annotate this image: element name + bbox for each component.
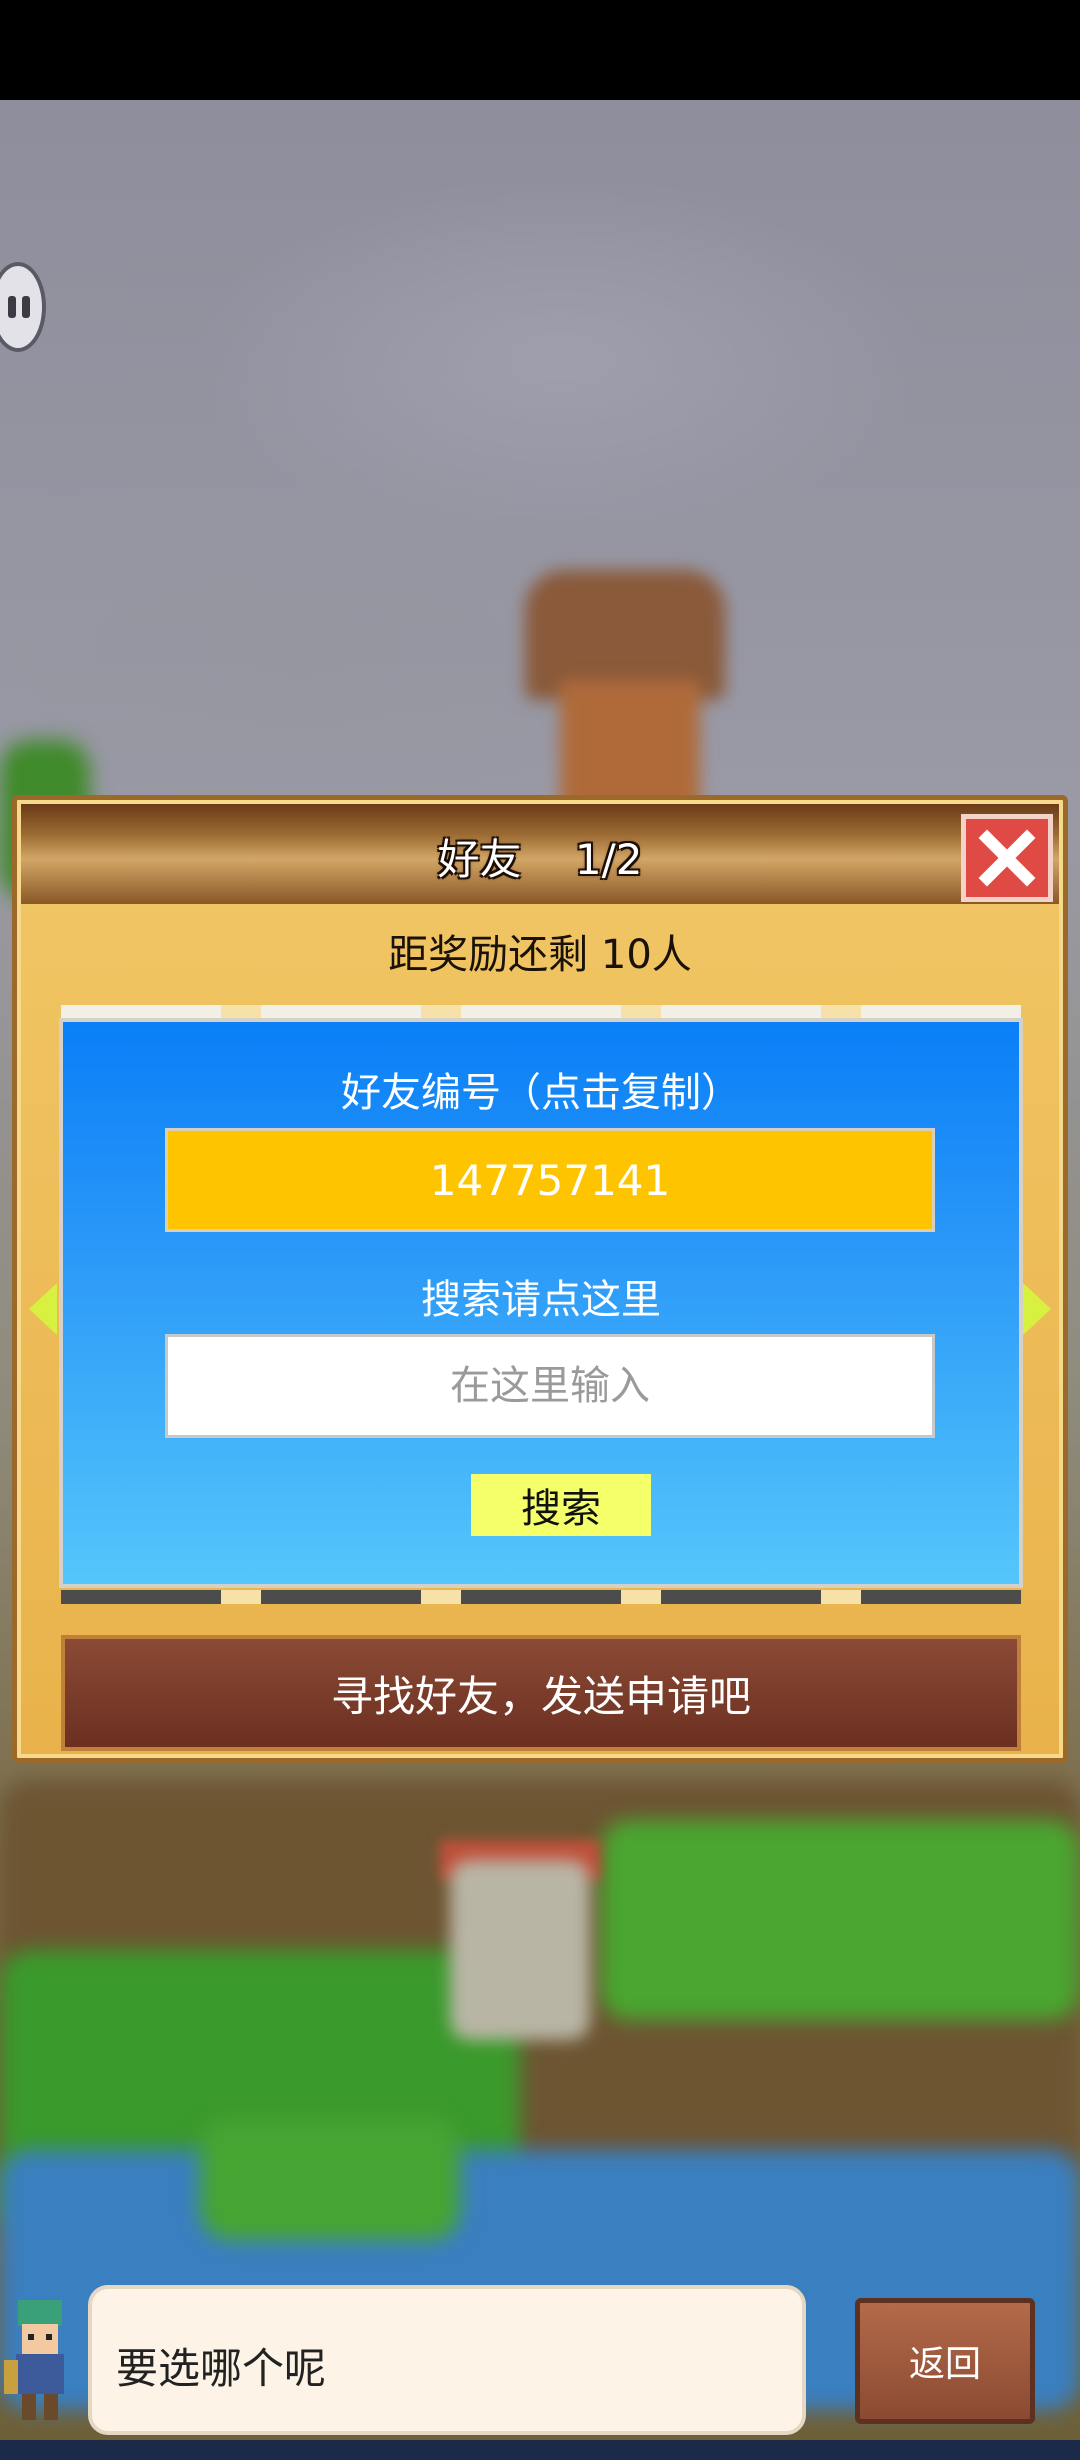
- right-arrow-icon[interactable]: [1023, 1283, 1051, 1335]
- slot: [661, 1590, 821, 1604]
- close-icon: [978, 829, 1036, 887]
- slot: [861, 1590, 1021, 1604]
- dialog-bubble: 要选哪个呢: [88, 2285, 806, 2435]
- reward-remaining-text: 距奖励还剩 10人: [388, 932, 692, 978]
- tower: [450, 1860, 590, 2040]
- page-indicator: 1/2: [574, 835, 643, 884]
- friends-panel: 好友 1/2 距奖励还剩 10人 好友编号（点击复制） 147757141 搜索…: [12, 795, 1068, 1763]
- search-input[interactable]: [165, 1334, 935, 1438]
- search-label: 搜索请点这里: [421, 1277, 661, 1323]
- terrain-grass: [600, 1820, 1080, 2020]
- find-friends-banner: 寻找好友，发送申请吧: [61, 1635, 1021, 1751]
- slot: [61, 1590, 221, 1604]
- back-button[interactable]: 返回: [855, 2298, 1035, 2424]
- title-text: 好友: [437, 835, 522, 884]
- terrain-grass: [200, 2120, 460, 2240]
- search-button[interactable]: 搜索: [471, 1474, 651, 1536]
- dialog-text: 要选哪个呢: [116, 2344, 327, 2393]
- panel-title: 好友 1/2: [21, 826, 1059, 887]
- left-arrow-icon[interactable]: [29, 1283, 57, 1335]
- slot-row-top: [61, 1005, 1021, 1021]
- slot: [461, 1590, 621, 1604]
- slot-row-bottom: [61, 1590, 1021, 1604]
- status-bar: [0, 0, 1080, 100]
- slot: [261, 1590, 421, 1604]
- friend-id-copy-field[interactable]: 147757141: [165, 1128, 935, 1232]
- friend-id-label: 好友编号（点击复制）: [341, 1070, 741, 1116]
- friend-search-box: 好友编号（点击复制） 147757141 搜索请点这里 搜索: [59, 1018, 1023, 1588]
- close-button[interactable]: [961, 814, 1053, 902]
- panel-header: 好友 1/2: [21, 804, 1059, 904]
- character-avatar: [4, 2300, 64, 2420]
- bottom-strip: [0, 2440, 1080, 2460]
